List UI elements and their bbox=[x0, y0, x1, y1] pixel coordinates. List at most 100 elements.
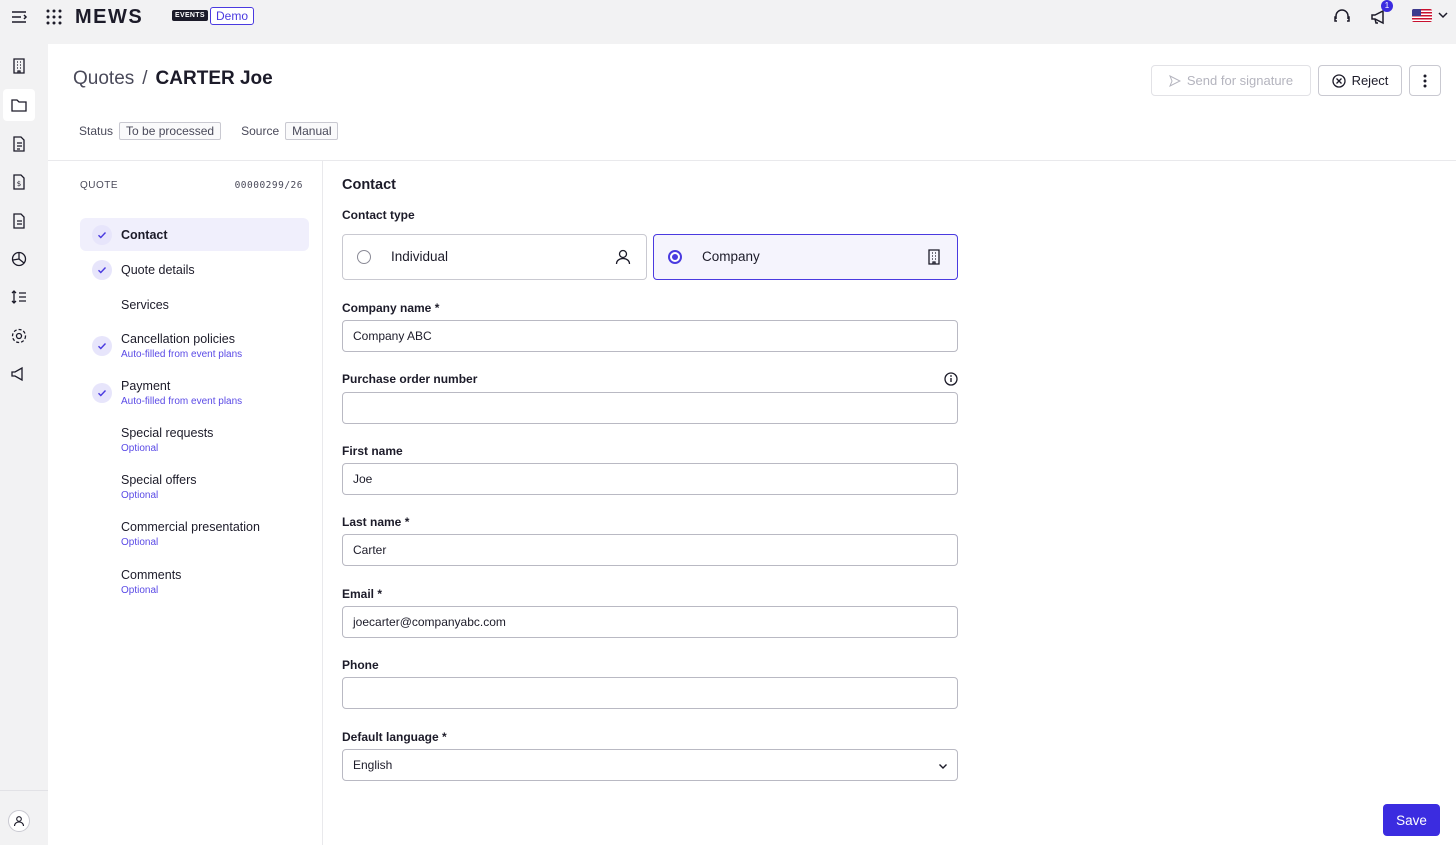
user-avatar-icon[interactable] bbox=[8, 810, 30, 832]
close-circle-icon bbox=[1331, 73, 1346, 88]
step-sublabel: Optional bbox=[121, 490, 159, 501]
step-label: Special requests bbox=[121, 426, 214, 440]
source-badge: Manual bbox=[285, 122, 339, 140]
phone-input[interactable] bbox=[342, 677, 958, 709]
status-label: Status bbox=[79, 124, 114, 138]
radio-button[interactable] bbox=[357, 250, 371, 264]
step-sublabel: Auto-filled from event plans bbox=[121, 396, 243, 407]
contact-type-company[interactable]: Company bbox=[653, 234, 958, 280]
left-navigation: $ bbox=[0, 44, 37, 845]
default-language-value: English bbox=[353, 758, 393, 772]
step-label: Commercial presentation bbox=[121, 520, 260, 534]
step-label: Payment bbox=[121, 379, 171, 393]
contact-type-label: Contact type bbox=[342, 208, 415, 222]
breadcrumb-quotes-link[interactable]: Quotes bbox=[73, 68, 134, 89]
step-label: Services bbox=[121, 298, 169, 312]
mews-logo[interactable]: MEWS bbox=[75, 6, 143, 29]
step-special-offers[interactable]: Special offers Optional bbox=[80, 469, 309, 509]
section-title: Contact bbox=[342, 177, 396, 193]
step-sublabel: Optional bbox=[121, 537, 159, 548]
po-number-label: Purchase order number bbox=[342, 372, 478, 386]
pie-chart-icon[interactable] bbox=[6, 246, 32, 272]
send-for-signature-label: Send for signature bbox=[1186, 73, 1294, 88]
chevron-down-icon bbox=[939, 764, 947, 769]
step-special-requests[interactable]: Special requests Optional bbox=[80, 422, 309, 462]
step-cancellation-policies[interactable]: Cancellation policies Auto-filled from e… bbox=[80, 328, 309, 368]
page-title: CARTER Joe bbox=[155, 68, 273, 89]
demo-badge: Demo bbox=[210, 7, 255, 25]
contact-type-individual[interactable]: Individual bbox=[342, 234, 647, 280]
document-list-icon[interactable] bbox=[6, 131, 32, 157]
step-label: Cancellation policies bbox=[121, 332, 235, 346]
save-button[interactable]: Save bbox=[1383, 804, 1440, 836]
building-icon[interactable] bbox=[6, 53, 32, 79]
step-services[interactable]: Services bbox=[80, 288, 309, 321]
sort-list-icon[interactable] bbox=[6, 284, 32, 310]
default-language-select[interactable]: English bbox=[342, 749, 958, 781]
step-label: Quote details bbox=[121, 263, 195, 277]
step-sublabel: Optional bbox=[121, 585, 159, 596]
step-comments[interactable]: Comments Optional bbox=[80, 564, 309, 604]
reject-label: Reject bbox=[1351, 73, 1389, 88]
settings-gear-icon[interactable] bbox=[6, 323, 32, 349]
person-icon bbox=[615, 249, 631, 265]
email-label: Email * bbox=[342, 587, 383, 601]
folder-icon[interactable] bbox=[3, 89, 35, 121]
left-nav-divider bbox=[0, 790, 48, 791]
check-icon bbox=[92, 383, 112, 403]
radio-button-selected[interactable] bbox=[668, 250, 682, 264]
company-label: Company bbox=[702, 249, 760, 264]
step-commercial-presentation[interactable]: Commercial presentation Optional bbox=[80, 516, 309, 556]
company-name-label: Company name * bbox=[342, 301, 440, 315]
header-divider bbox=[48, 160, 1456, 161]
info-icon[interactable] bbox=[944, 372, 958, 386]
send-for-signature-button[interactable]: Send for signature bbox=[1151, 65, 1311, 96]
sidebar-divider bbox=[322, 160, 323, 845]
chevron-down-icon[interactable] bbox=[1438, 10, 1448, 20]
po-number-input[interactable] bbox=[342, 392, 958, 424]
send-icon bbox=[1168, 74, 1181, 87]
reject-button[interactable]: Reject bbox=[1318, 65, 1402, 96]
menu-collapse-icon[interactable] bbox=[10, 8, 28, 26]
check-icon bbox=[92, 225, 112, 245]
more-actions-button[interactable] bbox=[1409, 65, 1441, 96]
step-label: Special offers bbox=[121, 473, 197, 487]
first-name-input[interactable]: Joe bbox=[342, 463, 958, 495]
check-icon bbox=[92, 336, 112, 356]
events-badge: EVENTS bbox=[172, 10, 208, 21]
email-input[interactable]: joecarter@companyabc.com bbox=[342, 606, 958, 638]
step-label: Contact bbox=[121, 228, 168, 242]
last-name-input[interactable]: Carter bbox=[342, 534, 958, 566]
phone-label: Phone bbox=[342, 658, 379, 672]
notification-count-badge: 1 bbox=[1381, 0, 1393, 12]
step-sublabel: Auto-filled from event plans bbox=[121, 349, 243, 360]
check-icon bbox=[92, 260, 112, 280]
steps-heading: QUOTE bbox=[80, 180, 119, 191]
building-icon bbox=[928, 249, 940, 265]
default-language-label: Default language * bbox=[342, 730, 447, 744]
announcement-icon[interactable] bbox=[6, 361, 32, 387]
quote-meta: Status To be processed Source Manual bbox=[79, 122, 339, 140]
main-panel: Quotes / CARTER Joe Send for signature Rej… bbox=[48, 44, 1456, 845]
invoice-icon[interactable]: $ bbox=[6, 169, 32, 195]
step-quote-details[interactable]: Quote details bbox=[80, 253, 309, 286]
us-flag-icon[interactable] bbox=[1412, 9, 1432, 22]
top-bar: MEWS EVENTS Demo 1 bbox=[0, 0, 1456, 33]
step-contact[interactable]: Contact bbox=[80, 218, 309, 251]
steps-header: QUOTE 00000299/26 bbox=[80, 180, 303, 191]
status-badge: To be processed bbox=[119, 122, 222, 140]
step-sublabel: Optional bbox=[121, 443, 159, 454]
headset-icon[interactable] bbox=[1331, 6, 1353, 28]
document-icon[interactable] bbox=[6, 208, 32, 234]
apps-grid-icon[interactable] bbox=[45, 8, 63, 26]
svg-text:$: $ bbox=[17, 180, 21, 188]
last-name-label: Last name * bbox=[342, 515, 410, 529]
breadcrumb-separator: / bbox=[142, 68, 148, 89]
breadcrumb: Quotes / CARTER Joe bbox=[73, 68, 273, 90]
company-name-input[interactable]: Company ABC bbox=[342, 320, 958, 352]
more-vertical-icon bbox=[1423, 74, 1427, 87]
quote-number: 00000299/26 bbox=[234, 180, 303, 191]
step-payment[interactable]: Payment Auto-filled from event plans bbox=[80, 375, 309, 415]
source-label: Source bbox=[241, 124, 280, 138]
individual-label: Individual bbox=[391, 249, 449, 264]
